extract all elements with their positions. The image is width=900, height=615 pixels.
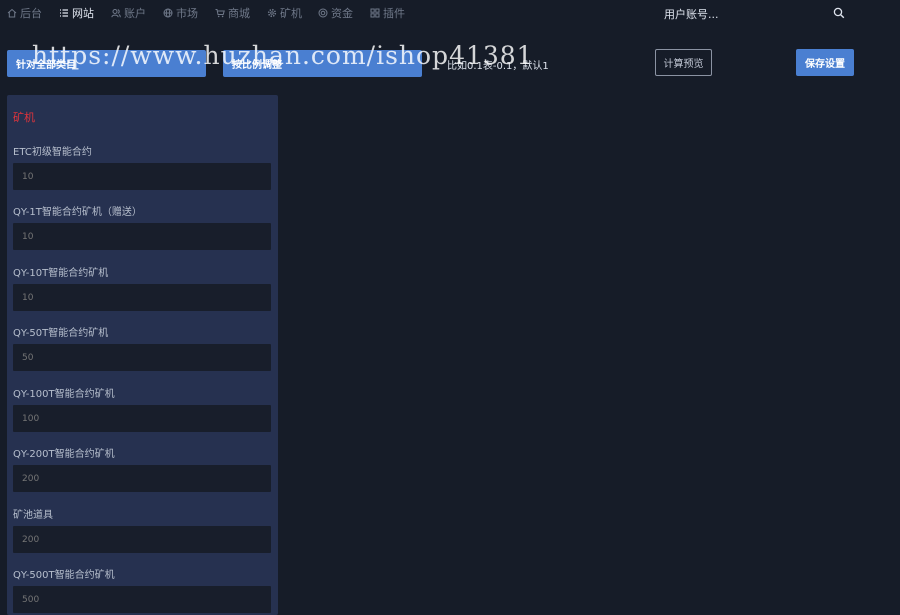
nav-item-label: 商城: [228, 7, 250, 20]
adjust-by-ratio-button[interactable]: 按比例调整: [223, 50, 422, 77]
nav-item-label: 账户: [124, 7, 146, 20]
users-icon: [111, 9, 121, 18]
panel-title: 矿机: [13, 111, 35, 124]
field-input-qy500t[interactable]: [13, 586, 271, 613]
save-settings-button[interactable]: 保存设置: [796, 49, 854, 76]
nav-item-website[interactable]: 网站: [59, 6, 94, 20]
coin-icon: [318, 8, 328, 18]
gear-icon: [267, 8, 277, 18]
field-label-qy1t: QY-1T智能合约矿机（赠送）: [13, 207, 142, 218]
field-input-qy10t[interactable]: [13, 284, 271, 311]
top-navigation: 后台 网站 账户 市场 商城 矿机 资金 插件 用户账号...: [0, 0, 900, 26]
save-settings-label: 保存设置: [805, 59, 845, 70]
home-icon: [7, 8, 17, 18]
field-input-qy50t[interactable]: [13, 344, 271, 371]
nav-item-label: 后台: [20, 7, 42, 20]
nav-item-funds[interactable]: 资金: [318, 6, 353, 20]
field-input-qy1t[interactable]: [13, 223, 271, 250]
nav-item-plugins[interactable]: 插件: [370, 6, 405, 20]
field-input-pool-tool[interactable]: [13, 526, 271, 553]
field-label-etc: ETC初级智能合约: [13, 147, 92, 158]
nav-item-mall[interactable]: 商城: [215, 6, 250, 20]
calc-preview-label: 计算预览: [663, 59, 704, 70]
calc-preview-button[interactable]: 计算预览: [655, 49, 712, 76]
nav-item-label: 资金: [331, 7, 353, 20]
nav-item-label: 市场: [176, 7, 198, 20]
globe-icon: [163, 8, 173, 18]
ratio-hint-text: 比如0.1表-0.1，默认1: [447, 61, 549, 72]
field-label-qy50t: QY-50T智能合约矿机: [13, 328, 109, 339]
field-label-qy10t: QY-10T智能合约矿机: [13, 268, 109, 279]
cart-icon: [215, 9, 225, 18]
nav-item-label: 矿机: [280, 7, 302, 20]
field-input-qy100t[interactable]: [13, 405, 271, 432]
field-input-qy200t[interactable]: [13, 465, 271, 492]
search-icon[interactable]: [833, 7, 845, 19]
field-label-qy500t: QY-500T智能合约矿机: [13, 570, 115, 581]
field-input-etc[interactable]: [13, 163, 271, 190]
miner-settings-panel: 矿机 ETC初级智能合约 QY-1T智能合约矿机（赠送） QY-10T智能合约矿…: [7, 95, 278, 615]
nav-item-backend[interactable]: 后台: [7, 6, 42, 20]
field-label-qy200t: QY-200T智能合约矿机: [13, 449, 115, 460]
nav-item-miner[interactable]: 矿机: [267, 6, 302, 20]
field-label-pool-tool: 矿池道具: [13, 510, 53, 521]
account-search-text[interactable]: 用户账号...: [664, 6, 719, 22]
nav-item-account[interactable]: 账户: [111, 6, 146, 20]
apply-all-label: 针对全部类目: [16, 60, 76, 71]
nav-item-label: 插件: [383, 7, 405, 20]
apply-all-categories-button[interactable]: 针对全部类目: [7, 50, 206, 77]
nav-item-label: 网站: [72, 7, 94, 20]
field-label-qy100t: QY-100T智能合约矿机: [13, 389, 115, 400]
grid-icon: [370, 8, 380, 18]
nav-item-market[interactable]: 市场: [163, 6, 198, 20]
list-icon: [60, 9, 68, 17]
adjust-by-ratio-label: 按比例调整: [232, 60, 282, 71]
